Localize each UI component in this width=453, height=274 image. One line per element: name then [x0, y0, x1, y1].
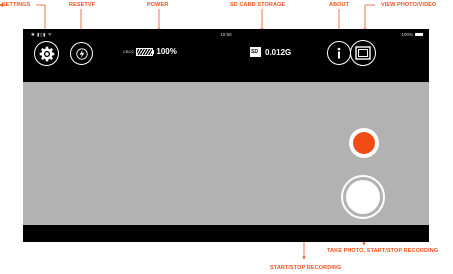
top-toolbar: ✱ ▮▯▮ ᯤ 10:55 100% CBO2 100% SD 0.012G: [23, 29, 429, 82]
battery-icon: [135, 47, 153, 56]
sd-card-storage: SD 0.012G: [248, 47, 291, 57]
settings-annotation: SETTINGS: [2, 2, 31, 8]
shutter-button[interactable]: [341, 175, 385, 219]
status-battery: 100%: [401, 32, 423, 37]
battery-tip: [152, 49, 155, 54]
settings-button[interactable]: [34, 41, 59, 66]
resetvf-button[interactable]: [70, 42, 93, 65]
power-value: 100%: [156, 47, 177, 56]
about-button[interactable]: [327, 41, 351, 65]
viewfinder: [23, 82, 429, 225]
power-annotation: POWER: [147, 2, 169, 8]
shutter-icon: [346, 180, 380, 214]
power-indicator: CBO2 100%: [123, 47, 177, 56]
storage-value: 0.012G: [265, 47, 292, 57]
record-button[interactable]: [349, 128, 379, 158]
about-annotation: ABOUT: [329, 2, 350, 8]
sd-card-icon: SD: [248, 47, 261, 57]
gear-icon: [39, 46, 54, 61]
sd-card-storage-annotation: SD CARD STORAGE: [230, 2, 286, 8]
sd-card-label: SD: [251, 49, 258, 55]
view-arrow: [363, 4, 375, 32]
status-time: 10:55: [220, 32, 232, 37]
bottom-bezel: [23, 225, 429, 242]
gallery-icon: [355, 46, 371, 60]
battery-icon: [415, 33, 423, 36]
take-photo-annotation: TAKE PHOTO, START/STOP RECORDING: [327, 248, 439, 254]
info-icon: [337, 47, 341, 59]
view-photo-video-annotation: VIEW PHOTO/VIDEO: [381, 2, 437, 8]
flash-icon: [75, 47, 88, 60]
status-battery-percent: 100%: [401, 32, 413, 37]
start-stop-recording-annotation: START/STOP RECORDING: [270, 265, 342, 271]
status-bar: ✱ ▮▯▮ ᯤ 10:55 100%: [23, 29, 429, 41]
resetvf-annotation: RESETVF: [69, 2, 96, 8]
record-icon: [353, 132, 375, 154]
view-photo-video-button[interactable]: [350, 40, 376, 66]
power-label: CBO2: [123, 49, 134, 54]
